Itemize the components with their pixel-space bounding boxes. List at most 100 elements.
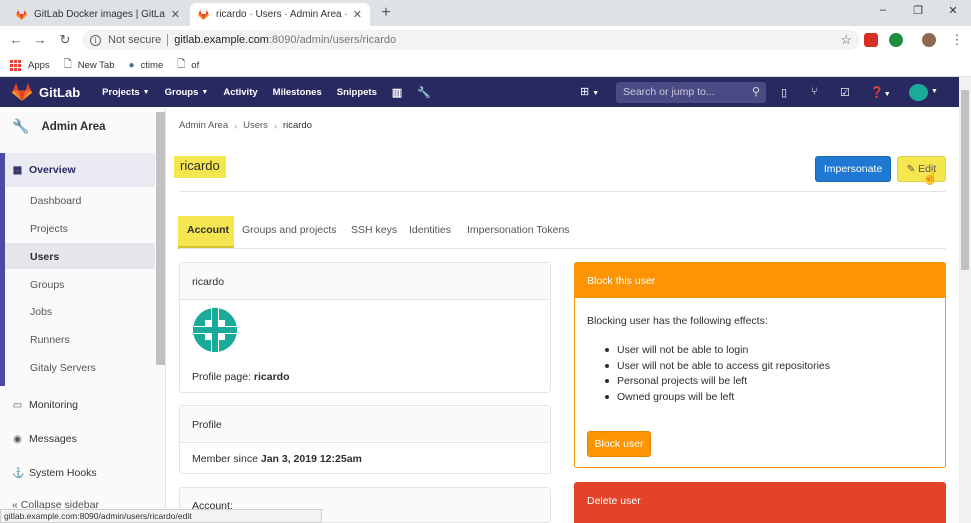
bookmark-star-icon[interactable]: ☆	[840, 32, 852, 48]
search-input[interactable]: Search or jump to... ⚲	[616, 82, 766, 103]
tab-ssh-keys[interactable]: SSH keys	[351, 224, 397, 236]
sidebar-item-messages[interactable]: ◉ Messages	[12, 433, 77, 445]
extension-red-icon[interactable]	[864, 33, 878, 47]
page-title: ricardo	[180, 158, 220, 173]
member-since-label: Member since	[192, 453, 258, 465]
chevron-down-icon: ▼	[201, 88, 209, 96]
sidebar-item-monitoring[interactable]: ▭ Monitoring	[12, 399, 78, 411]
gitlab-logo[interactable]: GitLab	[12, 83, 80, 101]
extension-green-icon[interactable]	[889, 33, 903, 47]
bookmark-of[interactable]: 🗋 of	[177, 57, 199, 74]
bookmarks-bar: Apps 🗋 New Tab ● ctime 🗋 of	[0, 54, 971, 77]
gitlab-favicon-icon	[198, 9, 209, 20]
browser-menu-icon[interactable]: ⋮	[950, 32, 964, 48]
list-item: User will not be able to login	[605, 342, 830, 358]
tab-label: GitLab Docker images | GitLab	[34, 9, 165, 20]
back-icon[interactable]: ←	[9, 32, 23, 47]
sidebar-item-runners[interactable]: Runners	[30, 334, 70, 346]
nav-snippets[interactable]: Snippets	[337, 87, 377, 98]
url-bar[interactable]: i Not secure gitlab.example.com:8090/adm…	[82, 30, 860, 50]
nav-activity[interactable]: Activity	[223, 87, 257, 98]
merge-requests-icon[interactable]: ⑂	[811, 86, 818, 98]
nav-groups[interactable]: Groups ▼	[165, 87, 209, 98]
impersonate-button[interactable]: Impersonate	[815, 156, 891, 182]
chevron-down-icon[interactable]: ▼	[931, 88, 938, 95]
close-window-button[interactable]: ✕	[946, 4, 960, 17]
new-item-plus-icon[interactable]: ⊞ ▼	[580, 85, 599, 98]
profile-page-line: Profile page: ricardo	[192, 371, 290, 383]
bookmark-label: ctime	[140, 59, 164, 71]
nav-projects[interactable]: Projects ▼	[102, 87, 149, 98]
breadcrumb-current[interactable]: ricardo	[283, 120, 312, 131]
search-icon: ⚲	[751, 86, 760, 98]
sidebar-item-jobs[interactable]: Jobs	[30, 306, 52, 318]
block-effects-list: User will not be able to login User will…	[605, 342, 830, 405]
info-icon[interactable]: i	[90, 34, 101, 46]
user-avatar-icon[interactable]	[909, 84, 928, 101]
nav-milestones[interactable]: Milestones	[273, 87, 322, 98]
bookmark-new-tab[interactable]: 🗋 New Tab	[64, 57, 115, 74]
maximize-button[interactable]: ❐	[911, 4, 925, 17]
block-user-button[interactable]: Block user	[587, 431, 651, 457]
member-since-value: Jan 3, 2019 12:25am	[260, 453, 362, 465]
gitlab-tanuki-icon	[12, 83, 32, 101]
nav-label: Milestones	[272, 86, 322, 98]
python-icon: ●	[128, 59, 135, 71]
bookmark-label: of	[191, 59, 200, 71]
sidebar-users-bg	[5, 243, 155, 269]
profile-page-value[interactable]: ricardo	[254, 371, 290, 383]
wrench-icon: 🔧	[12, 118, 30, 134]
chevron-right-icon: ›	[234, 120, 238, 131]
member-since-line: Member since Jan 3, 2019 12:25am	[192, 453, 362, 465]
breadcrumb-users[interactable]: Users	[243, 120, 268, 131]
sidebar-item-label: System Hooks	[29, 467, 97, 479]
sidebar-title: Admin Area	[41, 120, 106, 133]
tab-close-icon[interactable]: ✕	[171, 8, 180, 21]
sidebar-item-overview[interactable]: ▦ Overview	[12, 164, 76, 176]
sidebar-item-system-hooks[interactable]: ⚓ System Hooks	[12, 467, 97, 479]
bookmark-apps[interactable]: Apps	[10, 59, 50, 71]
tab-identities[interactable]: Identities	[409, 224, 451, 236]
sidebar-item-gitaly-servers[interactable]: Gitaly Servers	[30, 362, 96, 374]
block-intro-text: Blocking user has the following effects:	[587, 315, 768, 327]
apps-grid-icon	[10, 59, 21, 71]
sidebar-item-label: Messages	[29, 433, 77, 445]
browser-tab-gitlab-docker[interactable]: GitLab Docker images | GitLab ✕	[8, 3, 188, 26]
tab-groups-and-projects[interactable]: Groups and projects	[242, 224, 337, 236]
breadcrumb-admin-area[interactable]: Admin Area	[179, 120, 228, 131]
url-path: :8090/admin/users/ricardo	[268, 34, 397, 46]
hand-cursor-icon: ☝	[922, 170, 939, 185]
url-host: gitlab.example.com	[174, 34, 269, 46]
forward-icon[interactable]: →	[33, 32, 47, 47]
sidebar-item-groups[interactable]: Groups	[30, 279, 64, 291]
sidebar-item-projects[interactable]: Projects	[30, 223, 68, 235]
browser-tab-ricardo[interactable]: ricardo · Users · Admin Area · GitL ✕	[190, 3, 370, 26]
minimize-button[interactable]: –	[876, 4, 890, 16]
admin-wrench-icon[interactable]: 🔧	[417, 86, 431, 99]
sidebar-item-dashboard[interactable]: Dashboard	[30, 195, 81, 207]
new-tab-button[interactable]: +	[378, 4, 394, 22]
chart-icon[interactable]: ▥	[392, 86, 402, 99]
chevron-right-icon: ›	[273, 120, 277, 131]
profile-avatar-icon[interactable]	[922, 33, 936, 47]
tab-impersonation-tokens[interactable]: Impersonation Tokens	[467, 224, 570, 236]
bookmark-label: New Tab	[77, 59, 115, 71]
tab-label: ricardo · Users · Admin Area · GitL	[216, 9, 347, 20]
tab-account[interactable]: Account	[187, 224, 229, 236]
hook-icon: ⚓	[12, 467, 25, 479]
sidebar-header[interactable]: 🔧 Admin Area	[12, 118, 106, 135]
help-icon[interactable]: ❓▼	[870, 86, 891, 99]
todos-icon[interactable]: ☑	[840, 86, 850, 99]
page-scrollbar-thumb[interactable]	[961, 90, 969, 270]
issues-icon[interactable]: ▯	[781, 86, 787, 99]
tab-close-icon[interactable]: ✕	[353, 8, 362, 21]
monitor-icon: ▭	[12, 399, 23, 411]
security-label: Not secure	[108, 34, 162, 46]
sidebar-item-label: Monitoring	[29, 399, 79, 411]
sidebar-item-users[interactable]: Users	[30, 251, 59, 263]
sidebar-scrollbar[interactable]	[156, 112, 165, 365]
reload-icon[interactable]: ↻	[58, 32, 72, 48]
gitlab-favicon-icon	[16, 9, 27, 20]
url-separator	[167, 34, 169, 46]
bookmark-ctime[interactable]: ● ctime	[129, 60, 164, 71]
